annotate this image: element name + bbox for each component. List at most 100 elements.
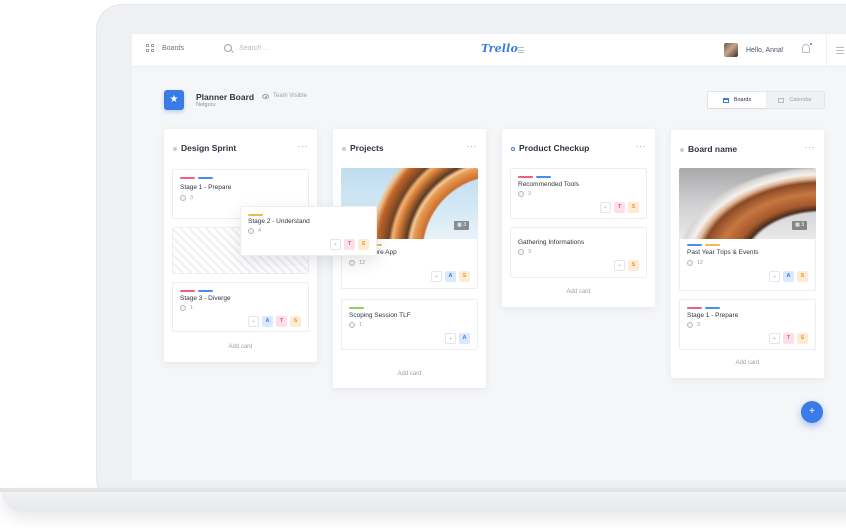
- list-title: Board name: [688, 144, 738, 154]
- card-title: Gathering Informations: [518, 239, 585, 246]
- card[interactable]: Scoping Session TLF 1 + A: [341, 299, 478, 350]
- card-title: Stage 1 - Prepare: [180, 184, 232, 191]
- card-members: + T S: [330, 239, 369, 250]
- logo-menu-icon[interactable]: [518, 47, 524, 55]
- add-card-button[interactable]: Add card: [333, 371, 486, 377]
- card-members: + A S: [431, 271, 470, 282]
- checklist-icon: [687, 260, 693, 266]
- user-greeting[interactable]: Hello, Anna!: [746, 47, 784, 54]
- member-avatar[interactable]: S: [459, 271, 470, 282]
- more-options-icon[interactable]: ···: [636, 141, 647, 151]
- boards-view-button[interactable]: Boards: [708, 92, 766, 108]
- card[interactable]: Stage 3 - Diverge 1 + A T S: [172, 282, 309, 332]
- member-avatar[interactable]: S: [797, 333, 808, 344]
- attachment-count: ▦ 3: [792, 221, 807, 230]
- member-avatar[interactable]: S: [628, 202, 639, 213]
- member-avatar[interactable]: T: [276, 316, 287, 327]
- card-title: Recommended Tools: [518, 181, 579, 188]
- topbar-divider: [826, 34, 827, 67]
- member-avatar[interactable]: T: [344, 239, 355, 250]
- visibility-label: Team Visible: [273, 93, 307, 99]
- member-avatar[interactable]: A: [783, 271, 794, 282]
- member-avatar[interactable]: S: [797, 271, 808, 282]
- checklist-icon: [180, 195, 186, 201]
- member-avatar[interactable]: A: [262, 316, 273, 327]
- app-screen: Boards Search ... Trello Hello, Anna! ★ …: [132, 34, 846, 480]
- add-member-button[interactable]: +: [431, 271, 442, 282]
- add-card-button[interactable]: Add card: [164, 344, 317, 350]
- calendar-icon: [778, 97, 785, 103]
- add-member-button[interactable]: +: [445, 333, 456, 344]
- member-avatar[interactable]: S: [628, 260, 639, 271]
- list-dot-icon: [342, 147, 346, 151]
- card-labels: [180, 177, 213, 179]
- card-meta: 12: [349, 260, 365, 266]
- visibility-toggle[interactable]: Team Visible: [262, 93, 307, 99]
- more-options-icon[interactable]: ···: [467, 141, 478, 151]
- search-input[interactable]: Search ...: [224, 44, 269, 52]
- card-count: 4: [258, 228, 262, 234]
- checklist-icon: [349, 260, 355, 266]
- card-meta: 1: [349, 322, 362, 328]
- add-list-button[interactable]: +: [801, 401, 823, 423]
- member-avatar[interactable]: S: [290, 316, 301, 327]
- star-icon[interactable]: ★: [164, 90, 184, 110]
- card[interactable]: Stage 1 - Prepare 3 + T S: [679, 299, 816, 350]
- list-projects: Projects ··· ▦ 3 Architecture App 12 + A…: [333, 129, 486, 388]
- member-avatar[interactable]: A: [459, 333, 470, 344]
- add-member-button[interactable]: +: [248, 316, 259, 327]
- dragged-card[interactable]: Stage 2 - Understand 4 + T S: [240, 206, 377, 256]
- card[interactable]: Recommended Tools 3 + T S: [510, 168, 647, 219]
- card-title: Stage 1 - Prepare: [687, 312, 739, 319]
- grid-icon: [146, 44, 154, 52]
- card-labels: [687, 307, 720, 309]
- trello-logo[interactable]: Trello: [481, 42, 518, 55]
- attachment-count: ▦ 3: [454, 221, 469, 230]
- boards-nav-button[interactable]: Boards: [146, 44, 184, 52]
- card-cover-image[interactable]: ▦ 3: [679, 168, 816, 239]
- avatar[interactable]: [724, 43, 738, 57]
- add-card-button[interactable]: Add card: [502, 289, 655, 295]
- card-title: Scoping Session TLF: [349, 312, 411, 319]
- card-labels: [518, 176, 551, 178]
- calendar-view-button[interactable]: Calendar: [766, 92, 824, 108]
- card-count: 3: [190, 195, 194, 201]
- card[interactable]: Gathering Informations 3 + S: [510, 227, 647, 278]
- add-member-button[interactable]: +: [614, 260, 625, 271]
- search-icon: [224, 44, 232, 52]
- card-labels: [687, 244, 720, 246]
- card-count: 12: [359, 260, 366, 266]
- more-options-icon[interactable]: ···: [805, 142, 816, 152]
- card-count: 12: [697, 260, 704, 266]
- card[interactable]: Past Year Trips & Events 12 + A S: [679, 239, 816, 291]
- list-title: Product Checkup: [519, 143, 590, 153]
- add-card-button[interactable]: Add card: [671, 360, 824, 366]
- card-members: + A T S: [248, 316, 301, 327]
- card-members: + A: [445, 333, 470, 344]
- list-board-name: Board name ··· ▦ 3 Past Year Trips & Eve…: [671, 130, 824, 378]
- checklist-icon: [349, 322, 355, 328]
- member-avatar[interactable]: T: [614, 202, 625, 213]
- card-members: + T S: [769, 333, 808, 344]
- card-meta: 3: [518, 249, 531, 255]
- add-member-button[interactable]: +: [769, 333, 780, 344]
- card-members: + S: [614, 260, 639, 271]
- hamburger-menu-icon[interactable]: [836, 47, 844, 56]
- member-avatar[interactable]: A: [445, 271, 456, 282]
- member-avatar[interactable]: S: [358, 239, 369, 250]
- laptop-base-lip: [0, 488, 846, 492]
- more-options-icon[interactable]: ···: [298, 141, 309, 151]
- member-avatar[interactable]: T: [783, 333, 794, 344]
- list-dot-icon: [511, 147, 515, 151]
- boards-nav-label: Boards: [162, 44, 185, 52]
- add-member-button[interactable]: +: [330, 239, 341, 250]
- add-member-button[interactable]: +: [769, 271, 780, 282]
- list-header: Design Sprint ···: [164, 129, 317, 165]
- list-header: Board name ···: [671, 130, 824, 166]
- add-member-button[interactable]: +: [600, 202, 611, 213]
- list-product-checkup: Product Checkup ··· Recommended Tools 3 …: [502, 129, 655, 307]
- card-labels: [349, 307, 364, 309]
- checklist-icon: [518, 191, 524, 197]
- card-title: Stage 3 - Diverge: [180, 295, 231, 302]
- view-toggle: Boards Calendar: [707, 91, 825, 109]
